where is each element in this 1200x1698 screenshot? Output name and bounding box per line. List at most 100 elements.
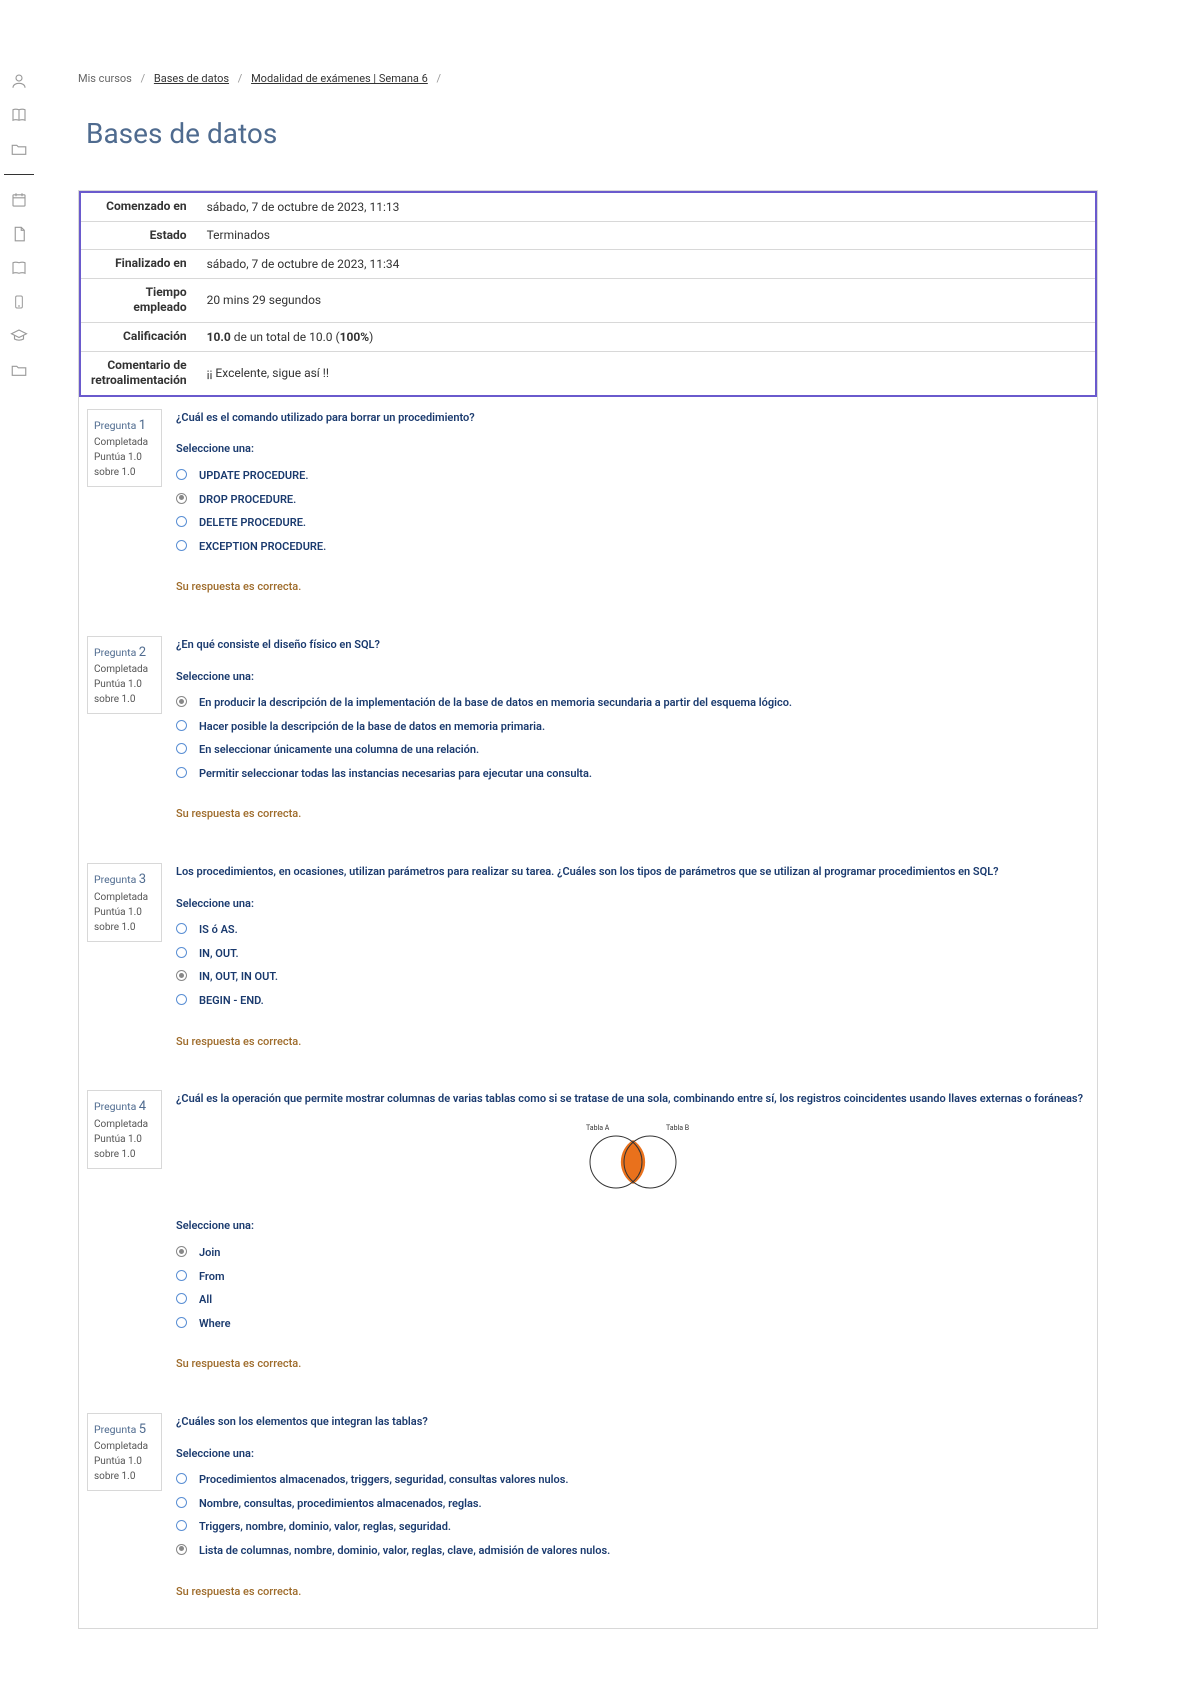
- option[interactable]: Where: [176, 1312, 1089, 1336]
- question-score: Puntúa 1.0 sobre 1.0: [94, 677, 155, 707]
- quiz-container: Comenzado ensábado, 7 de octubre de 2023…: [78, 190, 1098, 1629]
- option[interactable]: Permitir seleccionar todas las instancia…: [176, 762, 1089, 786]
- option[interactable]: Hacer posible la descripción de la base …: [176, 715, 1089, 739]
- option[interactable]: From: [176, 1265, 1089, 1289]
- radio-icon[interactable]: [176, 1497, 187, 1508]
- table-row: EstadoTerminados: [80, 221, 1096, 250]
- breadcrumb-item[interactable]: Modalidad de exámenes | Semana 6: [251, 72, 428, 85]
- option-text: Triggers, nombre, dominio, valor, reglas…: [199, 1518, 451, 1536]
- nav-grad-icon[interactable]: [10, 327, 28, 345]
- option[interactable]: BEGIN - END.: [176, 989, 1089, 1013]
- nav-mobile-icon[interactable]: [10, 293, 28, 311]
- option-text: IN, OUT.: [199, 945, 239, 963]
- summary-value: ¡¡ Excelente, sigue así !!: [197, 351, 1096, 396]
- option-text: From: [199, 1268, 225, 1286]
- side-nav: [0, 0, 38, 1669]
- option-text: IS ó AS.: [199, 921, 238, 939]
- option[interactable]: IN, OUT, IN OUT.: [176, 965, 1089, 989]
- question-body: Los procedimientos, en ocasiones, utiliz…: [176, 863, 1089, 1050]
- radio-icon[interactable]: [176, 1246, 187, 1257]
- radio-icon[interactable]: [176, 1544, 187, 1555]
- main-content: Mis cursos / Bases de datos / Modalidad …: [38, 0, 1138, 1669]
- nav-profile-icon[interactable]: [10, 72, 28, 90]
- question-score: Puntúa 1.0 sobre 1.0: [94, 1132, 155, 1162]
- option[interactable]: Lista de columnas, nombre, dominio, valo…: [176, 1539, 1089, 1563]
- option[interactable]: En seleccionar únicamente una columna de…: [176, 738, 1089, 762]
- nav-book-icon[interactable]: [10, 106, 28, 124]
- radio-icon[interactable]: [176, 743, 187, 754]
- option[interactable]: DELETE PROCEDURE.: [176, 511, 1089, 535]
- feedback-correct: Su respuesta es correcta.: [176, 1583, 1089, 1601]
- nav-calendar-icon[interactable]: [10, 191, 28, 209]
- summary-value: sábado, 7 de octubre de 2023, 11:34: [197, 250, 1096, 279]
- question-info: Pregunta 2 Completada Puntúa 1.0 sobre 1…: [87, 636, 162, 715]
- question-info: Pregunta 5 Completada Puntúa 1.0 sobre 1…: [87, 1413, 162, 1492]
- breadcrumb-item[interactable]: Mis cursos: [78, 72, 132, 85]
- question-status: Completada: [94, 890, 155, 905]
- option-text: Lista de columnas, nombre, dominio, valo…: [199, 1542, 610, 1560]
- select-one-label: Seleccione una:: [176, 668, 1089, 686]
- option-text: DELETE PROCEDURE.: [199, 514, 306, 532]
- question-number: 5: [139, 1422, 146, 1437]
- option-text: DROP PROCEDURE.: [199, 491, 296, 509]
- radio-icon[interactable]: [176, 516, 187, 527]
- radio-icon[interactable]: [176, 994, 187, 1005]
- radio-icon[interactable]: [176, 696, 187, 707]
- option[interactable]: Triggers, nombre, dominio, valor, reglas…: [176, 1515, 1089, 1539]
- option[interactable]: EXCEPTION PROCEDURE.: [176, 535, 1089, 559]
- radio-icon[interactable]: [176, 1270, 187, 1281]
- nav-folder2-icon[interactable]: [10, 361, 28, 379]
- question-text: ¿Cuáles son los elementos que integran l…: [176, 1413, 1089, 1431]
- table-row: Comentario de retroalimentación¡¡ Excele…: [80, 351, 1096, 396]
- breadcrumb-item[interactable]: Bases de datos: [154, 72, 229, 85]
- nav-folder-icon[interactable]: [10, 140, 28, 158]
- radio-icon[interactable]: [176, 1293, 187, 1304]
- radio-icon[interactable]: [176, 1473, 187, 1484]
- nav-file-icon[interactable]: [10, 225, 28, 243]
- question-status: Completada: [94, 662, 155, 677]
- question-text: ¿Cuál es la operación que permite mostra…: [176, 1090, 1089, 1108]
- option[interactable]: All: [176, 1288, 1089, 1312]
- option[interactable]: IN, OUT.: [176, 942, 1089, 966]
- question-body: ¿Cuáles son los elementos que integran l…: [176, 1413, 1089, 1600]
- radio-icon[interactable]: [176, 767, 187, 778]
- feedback-correct: Su respuesta es correcta.: [176, 1033, 1089, 1051]
- question-status: Completada: [94, 1439, 155, 1454]
- summary-label: Estado: [80, 221, 197, 250]
- radio-icon[interactable]: [176, 469, 187, 480]
- option[interactable]: DROP PROCEDURE.: [176, 488, 1089, 512]
- radio-icon[interactable]: [176, 540, 187, 551]
- option[interactable]: IS ó AS.: [176, 918, 1089, 942]
- radio-icon[interactable]: [176, 923, 187, 934]
- question-block: Pregunta 2 Completada Puntúa 1.0 sobre 1…: [79, 624, 1097, 851]
- question-block: Pregunta 4 Completada Puntúa 1.0 sobre 1…: [79, 1078, 1097, 1401]
- option-text: EXCEPTION PROCEDURE.: [199, 538, 326, 556]
- summary-label: Comenzado en: [80, 192, 197, 221]
- radio-icon[interactable]: [176, 1520, 187, 1531]
- option[interactable]: Nombre, consultas, procedimientos almace…: [176, 1492, 1089, 1516]
- radio-icon[interactable]: [176, 493, 187, 504]
- venn-diagram: Tabla A Tabla B: [176, 1122, 1089, 1200]
- summary-value: 10.0 de un total de 10.0 (100%): [197, 322, 1096, 351]
- option-text: Nombre, consultas, procedimientos almace…: [199, 1495, 482, 1513]
- question-info: Pregunta 3 Completada Puntúa 1.0 sobre 1…: [87, 863, 162, 942]
- radio-icon[interactable]: [176, 947, 187, 958]
- question-text: ¿Cuál es el comando utilizado para borra…: [176, 409, 1089, 427]
- option[interactable]: UPDATE PROCEDURE.: [176, 464, 1089, 488]
- question-score: Puntúa 1.0 sobre 1.0: [94, 450, 155, 480]
- question-body: ¿En qué consiste el diseño físico en SQL…: [176, 636, 1089, 823]
- option[interactable]: Join: [176, 1241, 1089, 1265]
- radio-icon[interactable]: [176, 1317, 187, 1328]
- question-body: ¿Cuál es la operación que permite mostra…: [176, 1090, 1089, 1373]
- question-prefix: Pregunta: [94, 1100, 136, 1113]
- feedback-correct: Su respuesta es correcta.: [176, 805, 1089, 823]
- question-block: Pregunta 3 Completada Puntúa 1.0 sobre 1…: [79, 851, 1097, 1078]
- radio-icon[interactable]: [176, 970, 187, 981]
- option[interactable]: Procedimientos almacenados, triggers, se…: [176, 1468, 1089, 1492]
- option[interactable]: En producir la descripción de la impleme…: [176, 691, 1089, 715]
- nav-book2-icon[interactable]: [10, 259, 28, 277]
- radio-icon[interactable]: [176, 720, 187, 731]
- option-list: Join From AllWhere: [176, 1241, 1089, 1335]
- question-text: ¿En qué consiste el diseño físico en SQL…: [176, 636, 1089, 654]
- question-text: Los procedimientos, en ocasiones, utiliz…: [176, 863, 1089, 881]
